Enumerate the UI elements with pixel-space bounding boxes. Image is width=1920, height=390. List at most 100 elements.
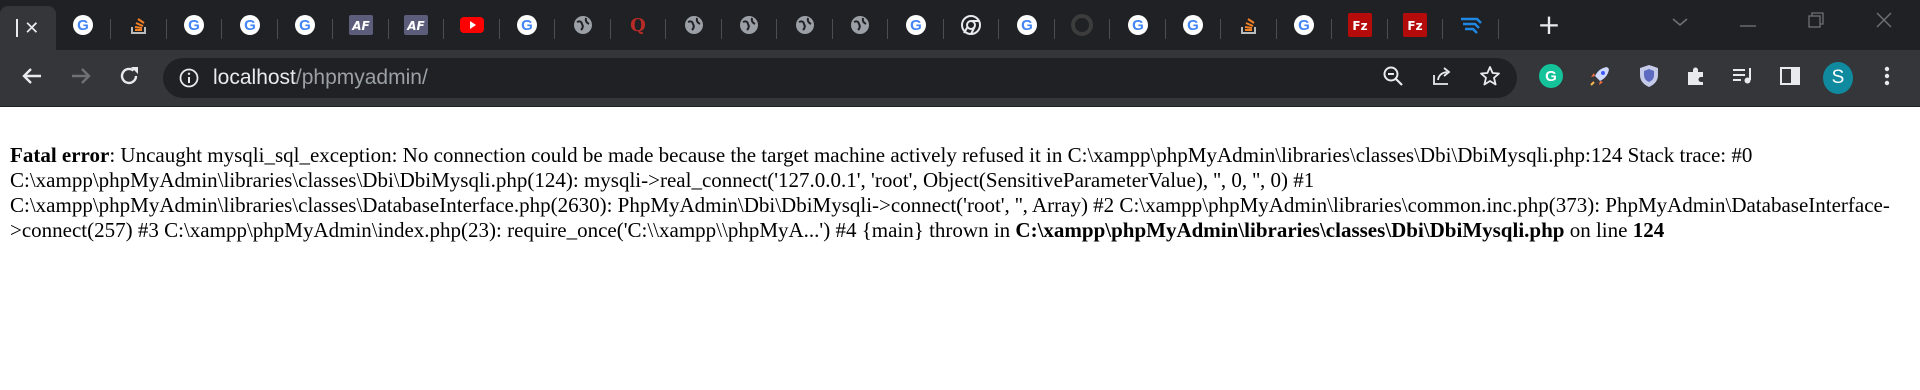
media-control-button[interactable] <box>1728 63 1758 93</box>
chrome-icon <box>959 13 983 37</box>
php-error-message: Fatal error: Uncaught mysqli_sql_excepti… <box>10 143 1910 243</box>
star-icon <box>1479 65 1501 91</box>
forward-button[interactable] <box>61 58 101 98</box>
svg-text:G: G <box>1298 17 1310 34</box>
grammarly-icon: G <box>1538 63 1564 93</box>
google-icon: G <box>293 13 317 37</box>
tab-quora[interactable]: Q <box>611 5 667 45</box>
chevron-down-icon <box>1671 13 1689 32</box>
error-file: C:\xampp\phpMyAdmin\libraries\classes\Db… <box>1015 218 1565 242</box>
tab-blue-stripes[interactable] <box>1443 5 1499 45</box>
tab-globe[interactable] <box>833 5 889 45</box>
tab-google[interactable]: G <box>1166 5 1222 45</box>
tab-google[interactable]: G <box>278 5 334 45</box>
filezilla-icon-text: Fz <box>1352 19 1367 33</box>
share-icon <box>1431 65 1453 91</box>
tab-filezilla[interactable]: Fz <box>1388 5 1444 45</box>
tab-google[interactable]: G <box>167 5 223 45</box>
back-button[interactable] <box>12 58 52 98</box>
svg-text:G: G <box>521 17 533 34</box>
tab-active[interactable]: ✕ <box>0 6 56 50</box>
bookmark-button[interactable] <box>1476 64 1504 92</box>
url-path: /phpmyadmin/ <box>295 66 428 89</box>
filezilla-icon: Fz <box>1347 13 1372 37</box>
active-tab-indicator <box>16 19 19 37</box>
extensions-button[interactable] <box>1681 63 1711 93</box>
zoom-button[interactable] <box>1379 64 1407 92</box>
avatar: S <box>1823 62 1853 94</box>
share-button[interactable] <box>1428 64 1456 92</box>
restore-button[interactable] <box>1788 0 1844 44</box>
shield-extension-button[interactable] <box>1634 63 1664 93</box>
google-icon: G <box>71 13 95 37</box>
globe-icon <box>848 13 872 37</box>
tab-chrome[interactable] <box>944 5 1000 45</box>
reload-button[interactable] <box>109 58 149 98</box>
tab-google[interactable]: G <box>56 5 112 45</box>
rocket-icon <box>1587 63 1613 93</box>
af-icon: AF <box>404 13 429 37</box>
loading-icon <box>1070 13 1094 37</box>
tab-google[interactable]: G <box>222 5 278 45</box>
kebab-menu-icon <box>1884 65 1890 91</box>
tab-google[interactable]: G <box>999 5 1055 45</box>
rocket-extension-button[interactable] <box>1585 63 1615 93</box>
tab-google[interactable]: G <box>500 5 556 45</box>
globe-icon <box>793 13 817 37</box>
tab-search-button[interactable] <box>1652 0 1708 44</box>
quora-icon: Q <box>626 13 650 37</box>
google-icon: G <box>1015 13 1039 37</box>
blue-stripes-icon <box>1459 13 1483 37</box>
arrow-left-icon <box>21 65 43 91</box>
tab-globe[interactable] <box>666 5 722 45</box>
tab-stackoverflow[interactable] <box>1221 5 1277 45</box>
tab-youtube[interactable] <box>444 5 500 45</box>
globe-icon <box>682 13 706 37</box>
arrow-right-icon <box>70 65 92 91</box>
youtube-icon <box>459 13 484 37</box>
side-panel-button[interactable] <box>1775 63 1805 93</box>
svg-text:G: G <box>1021 17 1033 34</box>
puzzle-icon <box>1684 64 1708 92</box>
close-icon <box>1876 12 1892 32</box>
browser-chrome: ✕ G G G G AF AF G Q G G G G G Fz Fz + lo… <box>0 0 1920 107</box>
new-tab-button[interactable]: + <box>1534 10 1564 40</box>
tab-filezilla[interactable]: Fz <box>1332 5 1388 45</box>
restore-icon <box>1808 12 1824 32</box>
tab-af[interactable]: AF <box>389 5 445 45</box>
address-url[interactable]: localhost/phpmyadmin/ <box>213 66 428 90</box>
tab-globe[interactable] <box>722 5 778 45</box>
tab-globe[interactable] <box>777 5 833 45</box>
tab-google[interactable]: G <box>1277 5 1333 45</box>
grammarly-extension-button[interactable]: G <box>1536 63 1566 93</box>
google-icon: G <box>1181 13 1205 37</box>
google-icon: G <box>515 13 539 37</box>
svg-text:G: G <box>1132 17 1144 34</box>
stackoverflow-icon <box>127 13 151 37</box>
menu-button[interactable] <box>1872 63 1902 93</box>
tab-af[interactable]: AF <box>333 5 389 45</box>
globe-icon <box>571 13 595 37</box>
close-window-button[interactable] <box>1856 0 1912 44</box>
error-label: Fatal error <box>10 143 110 167</box>
quora-icon-text: Q <box>630 15 646 36</box>
profile-button[interactable]: S <box>1823 62 1853 94</box>
tab-google[interactable]: G <box>1110 5 1166 45</box>
minimize-button[interactable] <box>1720 0 1776 44</box>
globe-icon <box>737 13 761 37</box>
site-info-icon[interactable] <box>175 64 203 92</box>
tab-loading[interactable] <box>1055 5 1111 45</box>
svg-text:G: G <box>244 17 256 34</box>
svg-text:G: G <box>1545 68 1557 85</box>
media-queue-icon <box>1731 65 1755 91</box>
svg-text:G: G <box>188 17 200 34</box>
tab-google[interactable]: G <box>888 5 944 45</box>
tab-strip: ✕ G G G G AF AF G Q G G G G G Fz Fz + <box>0 0 1920 50</box>
tab-close-icon[interactable]: ✕ <box>24 18 39 39</box>
svg-text:G: G <box>299 17 311 34</box>
tab-stackoverflow[interactable] <box>111 5 167 45</box>
tab-globe[interactable] <box>555 5 611 45</box>
google-icon: G <box>1126 13 1150 37</box>
af-icon: AF <box>348 13 373 37</box>
tab-list: ✕ G G G G AF AF G Q G G G G G Fz Fz <box>0 0 1499 50</box>
